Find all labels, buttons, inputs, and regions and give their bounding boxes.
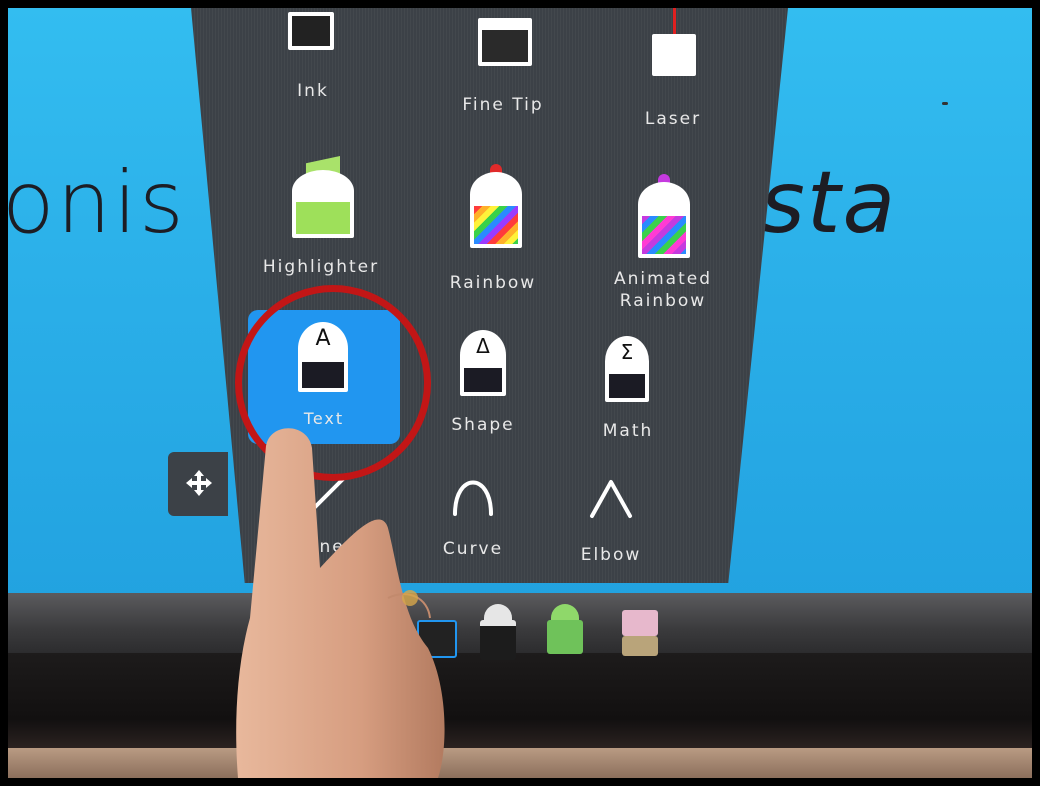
pointing-hand [236,428,445,778]
photo-frame: onis sta Ink Fine Tip Laser Highlighter … [8,8,1032,778]
